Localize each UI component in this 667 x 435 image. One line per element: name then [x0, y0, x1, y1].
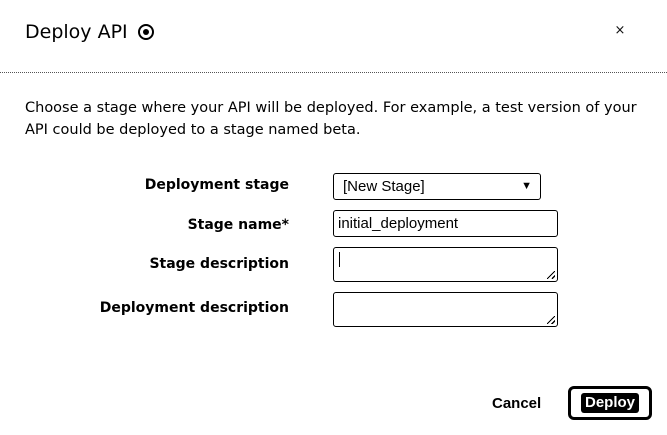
resize-grip-icon[interactable]: [547, 271, 555, 279]
deployment-description-label: Deployment description: [99, 300, 289, 316]
stage-name-input[interactable]: initial_deployment: [333, 210, 558, 237]
cancel-button[interactable]: Cancel: [492, 393, 541, 415]
resize-grip-icon[interactable]: [547, 316, 555, 324]
chevron-down-icon: ▼: [521, 180, 532, 192]
deployment-description-textarea[interactable]: [333, 292, 558, 327]
deployment-stage-selected-value: [New Stage]: [343, 178, 425, 195]
deploy-button-label: Deploy: [580, 393, 639, 413]
stage-name-value: initial_deployment: [338, 215, 459, 232]
deploy-button[interactable]: Deploy: [568, 386, 652, 420]
deployment-stage-label: Deployment stage: [144, 177, 289, 193]
stage-name-label: Stage name*: [187, 217, 289, 233]
deploy-form: Deployment stage [New Stage] ▼ Stage nam…: [0, 0, 667, 435]
stage-description-label: Stage description: [149, 256, 289, 272]
deploy-api-dialog: Deploy API × Choose a stage where your A…: [0, 0, 667, 435]
text-cursor: [339, 252, 340, 267]
stage-description-textarea[interactable]: [333, 247, 558, 282]
deployment-stage-select[interactable]: [New Stage] ▼: [333, 173, 541, 200]
